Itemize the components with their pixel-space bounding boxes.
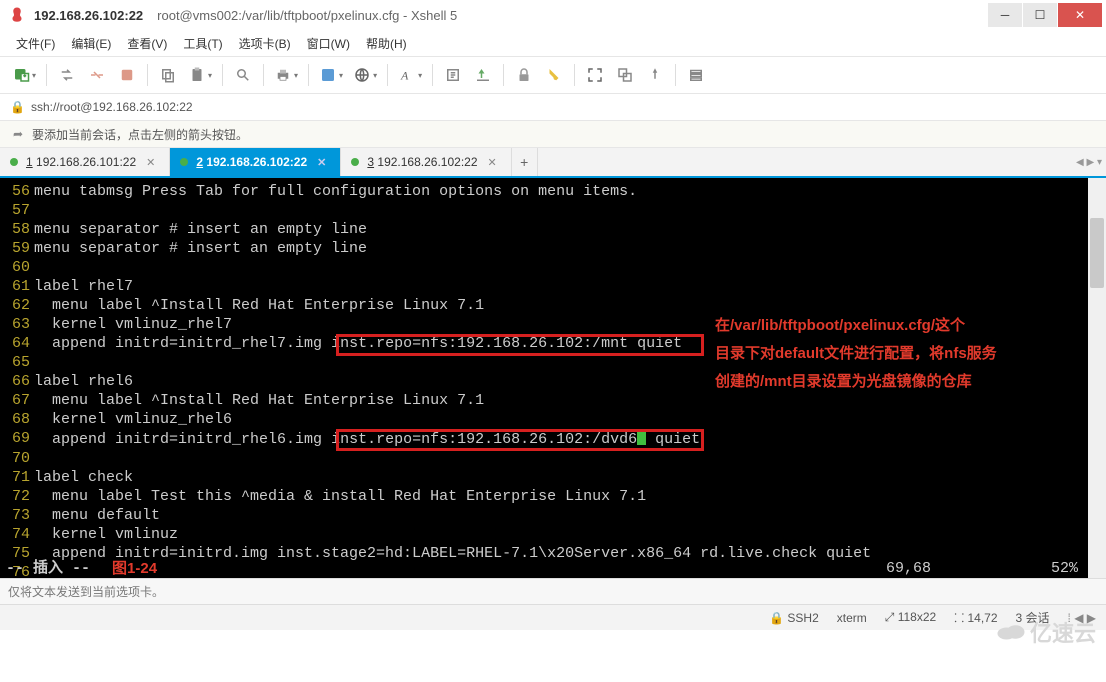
svg-text:A: A: [400, 69, 409, 83]
terminal-scrollbar[interactable]: [1088, 178, 1106, 578]
properties-button[interactable]: [113, 61, 141, 89]
scrollbar-thumb[interactable]: [1090, 218, 1104, 288]
status-protocol: 🔒 SSH2: [769, 611, 819, 625]
status-dot-icon: [351, 158, 359, 166]
session-tab-2[interactable]: 2 192.168.26.102:22 ✕: [170, 148, 341, 176]
disconnect-button[interactable]: [83, 61, 111, 89]
fullscreen-button[interactable]: [581, 61, 609, 89]
status-nav[interactable]: ⁞ ◀ ▶: [1068, 611, 1096, 625]
terminal[interactable]: 56menu tabmsg Press Tab for full configu…: [0, 178, 1106, 578]
menu-help[interactable]: 帮助(H): [358, 32, 415, 55]
status-size: ⤢ 118x22: [885, 610, 936, 625]
transfer-button[interactable]: [469, 61, 497, 89]
address-text[interactable]: ssh://root@192.168.26.102:22: [31, 100, 193, 114]
tab-close-icon[interactable]: ✕: [146, 156, 155, 169]
vim-position: 69,68: [886, 559, 931, 578]
vim-percent: 52%: [1051, 559, 1078, 578]
menu-window[interactable]: 窗口(W): [299, 32, 358, 55]
paste-button[interactable]: ▾: [184, 61, 216, 89]
status-cursor: ⸬ 14,72: [954, 609, 997, 626]
encoding-button[interactable]: ▾: [349, 61, 381, 89]
reconnect-button[interactable]: [53, 61, 81, 89]
tab-close-icon[interactable]: ✕: [488, 156, 497, 169]
minimize-button[interactable]: ─: [988, 3, 1022, 27]
window-session-title: 192.168.26.102:22: [34, 8, 143, 23]
session-tab-1[interactable]: 1 192.168.26.101:22 ✕: [0, 148, 170, 176]
figure-label: 图1-24: [112, 559, 157, 578]
add-tab-button[interactable]: +: [512, 148, 538, 176]
close-button[interactable]: ✕: [1058, 3, 1102, 27]
app-icon: [8, 6, 26, 24]
lock-button[interactable]: [510, 61, 538, 89]
vim-status-line: -- 插入 -- 图1-24 69,68 52%: [0, 559, 1088, 578]
title-bar: 192.168.26.102:22 root@vms002:/var/lib/t…: [0, 0, 1106, 30]
menu-file[interactable]: 文件(F): [8, 32, 63, 55]
copy-button[interactable]: [154, 61, 182, 89]
menu-bar: 文件(F) 编辑(E) 查看(V) 工具(T) 选项卡(B) 窗口(W) 帮助(…: [0, 30, 1106, 56]
font-button[interactable]: A▾: [394, 61, 426, 89]
color-scheme-button[interactable]: ▾: [315, 61, 347, 89]
print-button[interactable]: ▾: [270, 61, 302, 89]
menu-tabs[interactable]: 选项卡(B): [231, 32, 299, 55]
status-dot-icon: [180, 158, 188, 166]
ontop-button[interactable]: [641, 61, 669, 89]
add-session-arrow-button[interactable]: ➦: [10, 126, 26, 142]
highlight-button[interactable]: [540, 61, 568, 89]
highlight-box-1: [336, 334, 704, 356]
menu-view[interactable]: 查看(V): [119, 32, 175, 55]
tip-text: 要添加当前会话，点击左侧的箭头按钮。: [32, 126, 248, 143]
session-tab-3[interactable]: 3 192.168.26.102:22 ✕: [341, 148, 511, 176]
highlight-box-2: [336, 429, 704, 451]
find-button[interactable]: [229, 61, 257, 89]
tab-nav-arrows[interactable]: ◀ ▶ ▾: [1076, 148, 1102, 176]
macro-button[interactable]: [439, 61, 467, 89]
options-button[interactable]: [682, 61, 710, 89]
status-dot-icon: [10, 158, 18, 166]
tip-bar: ➦ 要添加当前会话，点击左侧的箭头按钮。: [0, 120, 1106, 148]
address-bar: 🔒 ssh://root@192.168.26.102:22: [0, 94, 1106, 120]
menu-edit[interactable]: 编辑(E): [63, 32, 119, 55]
maximize-button[interactable]: ☐: [1023, 3, 1057, 27]
vim-mode: -- 插入 --: [0, 559, 90, 578]
toolbar: ▾ ▾ ▾ ▾ ▾ A▾: [0, 56, 1106, 94]
send-text-bar[interactable]: 仅将文本发送到当前选项卡。: [0, 578, 1106, 604]
menu-tools[interactable]: 工具(T): [175, 32, 230, 55]
status-bar: 🔒 SSH2 xterm ⤢ 118x22 ⸬ 14,72 3 会话 ⁞ ◀ ▶: [0, 604, 1106, 630]
transparency-button[interactable]: [611, 61, 639, 89]
new-session-button[interactable]: ▾: [8, 61, 40, 89]
status-sessions: 3 会话: [1016, 609, 1050, 626]
session-tab-strip: 1 192.168.26.101:22 ✕ 2 192.168.26.102:2…: [0, 148, 1106, 178]
lock-icon: 🔒: [10, 100, 25, 114]
tab-close-icon[interactable]: ✕: [317, 156, 326, 169]
window-path-title: root@vms002:/var/lib/tftpboot/pxelinux.c…: [157, 8, 457, 23]
status-term: xterm: [837, 611, 867, 625]
